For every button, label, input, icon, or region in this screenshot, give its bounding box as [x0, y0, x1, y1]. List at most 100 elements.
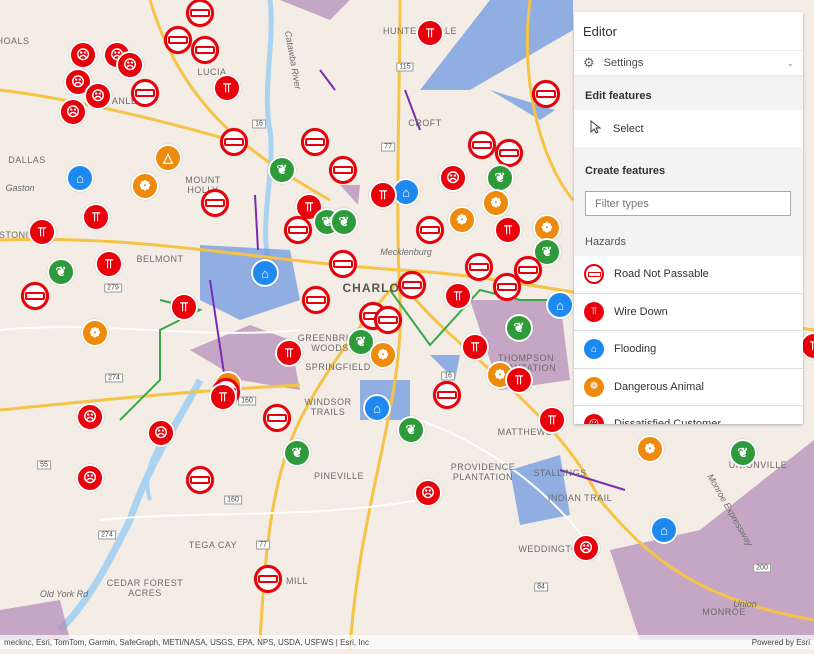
feature-template-label: Dangerous Animal	[614, 380, 704, 393]
road-not-passable-marker-icon[interactable]	[468, 131, 496, 159]
place-label: Old York Rd	[39, 589, 89, 599]
road-not-passable-marker-icon[interactable]	[191, 36, 219, 64]
wire-down-marker-icon[interactable]: ⫪	[444, 282, 472, 310]
wire-down-marker-icon[interactable]: ⫪	[494, 216, 522, 244]
road-not-passable-marker-icon[interactable]	[495, 139, 523, 167]
route-shield: 160	[238, 396, 256, 406]
feature-template-item[interactable]: Road Not Passable	[574, 256, 803, 294]
wire-down-marker-icon[interactable]: ⫪	[275, 339, 303, 367]
hazards-group-heading: Hazards	[574, 224, 803, 256]
feature-template-item[interactable]: ❁ Dangerous Animal	[574, 369, 803, 406]
wire-down-marker-icon[interactable]: ⫪	[461, 333, 489, 361]
road-not-passable-marker-icon[interactable]	[220, 128, 248, 156]
wire-down-marker-icon[interactable]: ⫪	[213, 74, 241, 102]
wire-down-marker-icon[interactable]: ⫪	[170, 293, 198, 321]
place-label: Gaston	[5, 183, 35, 193]
place-label: TEGA CAY	[188, 540, 238, 550]
road-not-passable-marker-icon[interactable]	[433, 381, 461, 409]
route-shield: 115	[396, 62, 414, 72]
dangerous-animal-marker-icon[interactable]: ❁	[482, 189, 510, 217]
place-label: CROFT	[408, 118, 442, 128]
flooding-marker-icon[interactable]: ⌂	[363, 394, 391, 422]
dissatisfied-customer-marker-icon[interactable]: ☹	[414, 479, 442, 507]
vegetation-marker-icon[interactable]: ❦	[505, 314, 533, 342]
dissatisfied-customer-marker-icon[interactable]: ☹	[147, 419, 175, 447]
flooding-marker-icon[interactable]: ⌂	[251, 259, 279, 287]
flooding-marker-icon[interactable]: ⌂	[650, 516, 678, 544]
settings-toggle[interactable]: ⚙ Settings ⌄	[574, 50, 803, 76]
wire-down-marker-icon[interactable]: ⫪	[416, 19, 444, 47]
feature-template-item[interactable]: ☹ Dissatisfied Customer	[574, 406, 803, 424]
road-not-passable-marker-icon[interactable]	[201, 189, 229, 217]
vegetation-marker-icon[interactable]: ❦	[397, 416, 425, 444]
road-not-passable-marker-icon[interactable]	[131, 79, 159, 107]
road-not-passable-marker-icon[interactable]	[284, 216, 312, 244]
gear-icon: ⚙	[583, 55, 595, 70]
vegetation-marker-icon[interactable]: ❦	[268, 156, 296, 184]
route-shield: 55	[37, 460, 51, 470]
wire-down-marker-icon[interactable]: ⫪	[538, 406, 566, 434]
road-not-passable-marker-icon[interactable]	[493, 273, 521, 301]
wire-down-marker-icon[interactable]: ⫪	[28, 218, 56, 246]
feature-template-label: Flooding	[614, 343, 657, 356]
road-not-passable-marker-icon[interactable]	[186, 0, 214, 27]
road-not-passable-marker-icon[interactable]	[21, 282, 49, 310]
route-shield: 84	[534, 582, 548, 592]
wire-down-marker-icon[interactable]: ⫪	[369, 181, 397, 209]
dangerous-animal-marker-icon[interactable]: ❁	[81, 319, 109, 347]
route-shield: 200	[753, 563, 771, 573]
dissatisfied-customer-marker-icon[interactable]: ☹	[84, 82, 112, 110]
place-label: BELMONT	[136, 254, 184, 264]
place-label: PROVIDENCE PLANTATION	[450, 462, 516, 482]
flooding-marker-icon[interactable]: ⌂	[66, 164, 94, 192]
dissatisfied-customer-marker-icon[interactable]: ☹	[59, 98, 87, 126]
vegetation-marker-icon[interactable]: ❦	[486, 164, 514, 192]
road-not-passable-marker-icon[interactable]	[263, 404, 291, 432]
road-not-passable-marker-icon[interactable]	[532, 80, 560, 108]
road-not-passable-marker-icon[interactable]	[329, 156, 357, 184]
road-not-passable-marker-icon[interactable]	[254, 565, 282, 593]
dissatisfied-customer-marker-icon[interactable]: ☹	[76, 403, 104, 431]
feature-template-item[interactable]: ⫪ Wire Down	[574, 294, 803, 331]
wire-down-marker-icon[interactable]: ⫪	[82, 203, 110, 231]
dangerous-animal-marker-icon[interactable]: ❁	[636, 435, 664, 463]
road-not-passable-marker-icon[interactable]	[374, 306, 402, 334]
dissatisfied-customer-marker-icon[interactable]: ☹	[69, 41, 97, 69]
vegetation-marker-icon[interactable]: ❦	[729, 439, 757, 467]
road-not-passable-marker-icon[interactable]	[302, 286, 330, 314]
wire-down-marker-icon[interactable]: ⫪	[95, 250, 123, 278]
wire-down-marker-icon[interactable]: ⫪	[209, 383, 237, 411]
feature-template-item[interactable]: ⌂ Flooding	[574, 331, 803, 369]
dangerous-animal-marker-icon[interactable]: ❁	[448, 206, 476, 234]
place-label: MILL	[285, 576, 309, 586]
route-shield: 77	[256, 540, 270, 550]
flooding-icon: ⌂	[584, 339, 604, 360]
dissatisfied-customer-marker-icon[interactable]: ☹	[572, 534, 600, 562]
filter-types-input[interactable]	[585, 191, 791, 216]
wire-down-marker-icon[interactable]: ⫪	[505, 366, 533, 394]
route-shield: 77	[381, 142, 395, 152]
warning-marker-icon[interactable]: △	[154, 144, 182, 172]
dangerous-animal-icon: ❁	[584, 376, 604, 397]
road-not-passable-marker-icon[interactable]	[186, 466, 214, 494]
select-label: Select	[613, 122, 644, 135]
create-features-heading: Create features	[574, 147, 803, 185]
flooding-marker-icon[interactable]: ⌂	[546, 291, 574, 319]
dangerous-animal-marker-icon[interactable]: ❁	[369, 341, 397, 369]
powered-by-esri[interactable]: Powered by Esri	[752, 638, 810, 647]
vegetation-marker-icon[interactable]: ❦	[47, 258, 75, 286]
dissatisfied-customer-marker-icon[interactable]: ☹	[116, 51, 144, 79]
road-not-passable-marker-icon[interactable]	[164, 26, 192, 54]
road-not-passable-marker-icon[interactable]	[398, 271, 426, 299]
road-not-passable-marker-icon[interactable]	[301, 128, 329, 156]
road-not-passable-marker-icon[interactable]	[416, 216, 444, 244]
vegetation-marker-icon[interactable]: ❦	[283, 439, 311, 467]
dissatisfied-customer-marker-icon[interactable]: ☹	[439, 164, 467, 192]
dissatisfied-customer-marker-icon[interactable]: ☹	[76, 464, 104, 492]
road-not-passable-marker-icon[interactable]	[329, 250, 357, 278]
dangerous-animal-marker-icon[interactable]: ❁	[131, 172, 159, 200]
vegetation-marker-icon[interactable]: ❦	[330, 208, 358, 236]
road-not-passable-marker-icon[interactable]	[465, 253, 493, 281]
select-button[interactable]: Select	[574, 110, 803, 147]
place-label: HOALS	[0, 36, 30, 46]
